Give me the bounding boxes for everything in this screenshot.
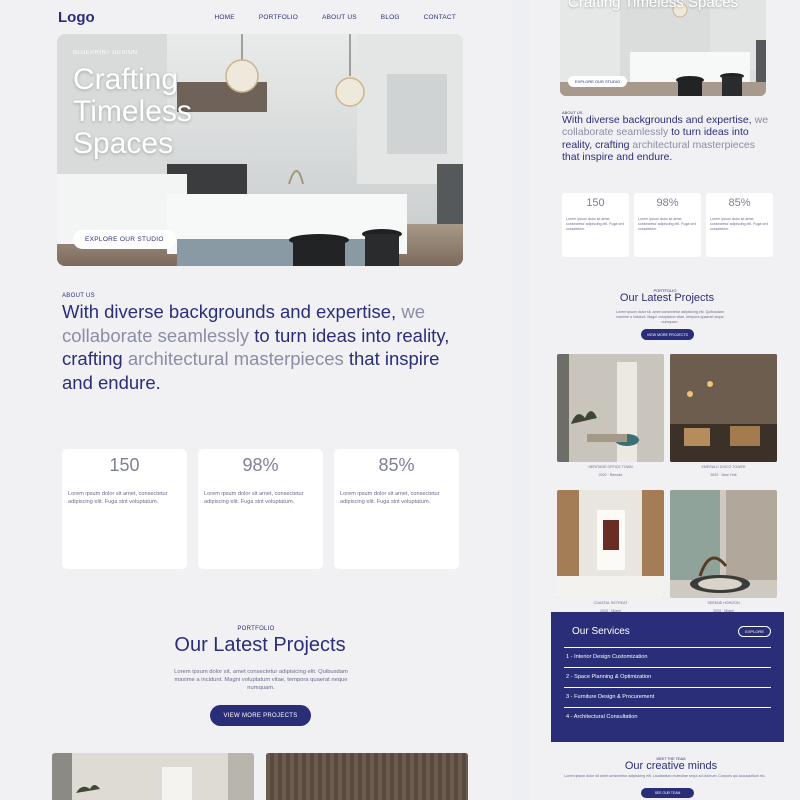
services-panel: Our Services EXPLORE 1 - Interior Design… [551, 612, 784, 742]
project-title: SERENE HORIZON [707, 601, 740, 605]
project-title: EMERALD DISCO TOWER [701, 465, 746, 469]
hero-banner: BLUEPRINT DESIGN Crafting Timeless Space… [57, 34, 463, 266]
mobile-about-statement: With diverse backgrounds and expertise, … [562, 114, 772, 164]
stats-row: 150 Lorem ipsum dolor sit amet, consecte… [62, 449, 459, 569]
view-more-projects-button[interactable]: VIEW MORE PROJECTS [210, 705, 311, 726]
stat-card: 150 Lorem ipsum dolor sit amet, consecte… [62, 449, 187, 569]
service-label: 2 - Space Planning & Optimization [566, 674, 652, 680]
see-team-button[interactable]: SEE OUR TEAM [641, 788, 694, 798]
stat-card: 98% Lorem ipsum dolor sit amet, consecte… [198, 449, 323, 569]
portfolio-title: Our Latest Projects [174, 634, 346, 656]
mobile-explore-button[interactable]: EXPLORE OUR STUDIO [568, 76, 628, 87]
stat-value: 98% [656, 197, 679, 209]
stat-text: Lorem ipsum dolor sit amet, consectetur … [68, 491, 168, 505]
nav-portfolio[interactable]: PORTFOLIO [259, 14, 298, 21]
stat-value: 98% [242, 455, 279, 475]
service-label: 3 - Furniture Design & Procurement [566, 694, 655, 700]
project-card[interactable]: COASTAL RETREAT 2020 · Miami [557, 490, 664, 614]
nav-blog[interactable]: BLOG [381, 14, 400, 21]
stat-card: 98% Lorem ipsum dolor sit amet, consecte… [634, 193, 701, 257]
project-image [557, 490, 664, 598]
portfolio-tag: PORTFOLIO [237, 626, 275, 632]
mobile-hero-title: Crafting Timeless Spaces [568, 0, 739, 11]
team-title: Our creative minds [624, 760, 718, 772]
stat-card: 85% Lorem ipsum dolor sit amet, consecte… [334, 449, 459, 569]
about-text-1: With diverse backgrounds and expertise, [562, 114, 755, 126]
services-header: Our Services EXPLORE [564, 626, 771, 637]
page-canvas: Logo HOME PORTFOLIO ABOUT US BLOG CONTAC… [0, 0, 800, 800]
project-title: COASTAL RETREAT [593, 601, 628, 605]
mobile-portfolio-description: Lorem ipsum dolor sit, amet consectetur … [616, 310, 724, 324]
project-thumbnail[interactable] [266, 753, 468, 800]
project-photo [52, 753, 254, 800]
logo[interactable]: Logo [58, 9, 95, 26]
service-label: 1 - Interior Design Customization [566, 654, 648, 660]
nav-menu: HOME PORTFOLIO ABOUT US BLOG CONTACT [215, 14, 457, 21]
nav-contact[interactable]: CONTACT [424, 14, 456, 21]
stat-text: Lorem ipsum dolor sit amet, consectetur … [710, 217, 768, 231]
nav-about[interactable]: ABOUT US [322, 14, 357, 21]
project-image [557, 354, 664, 462]
desktop-mockup: Logo HOME PORTFOLIO ABOUT US BLOG CONTAC… [0, 0, 512, 800]
project-image [670, 490, 777, 598]
services-title: Our Services [572, 626, 630, 637]
explore-studio-button[interactable]: EXPLORE OUR STUDIO [73, 230, 176, 249]
project-meta: 2020 · New York [710, 473, 737, 477]
service-item[interactable]: 4 - Architectural Consultation [564, 707, 771, 727]
portfolio-description: Lorem ipsum dolor sit, amet consectetur … [174, 669, 348, 691]
stat-card: 150 Lorem ipsum dolor sit amet, consecte… [562, 193, 629, 257]
project-card[interactable]: SERENE HORIZON 2020 · Miami [670, 490, 777, 614]
service-item[interactable]: 3 - Furniture Design & Procurement [564, 687, 771, 707]
mobile-portfolio-title: Our Latest Projects [619, 292, 715, 304]
service-item[interactable]: 1 - Interior Design Customization [564, 647, 771, 667]
about-text-5: that inspire and endure. [562, 151, 673, 164]
project-card[interactable]: EMERALD DISCO TOWER 2020 · New York [670, 354, 777, 478]
stat-text: Lorem ipsum dolor sit amet, consectetur … [340, 491, 440, 505]
about-tag: ABOUT US [62, 293, 95, 299]
project-grid: HERITAGE OFFICE TOWN 2020 · Remote EMERA… [557, 354, 777, 614]
project-photo [266, 753, 468, 800]
mobile-view-more-button[interactable]: VIEW MORE PROJECTS [641, 329, 694, 340]
about-text-4: architectural masterpieces [127, 348, 344, 369]
stat-value: 85% [728, 197, 751, 209]
mobile-stats-row: 150 Lorem ipsum dolor sit amet, consecte… [562, 193, 773, 257]
team-description: Lorem ipsum dolor sit amet consectetur a… [564, 774, 766, 778]
stat-text: Lorem ipsum dolor sit amet, consectetur … [204, 491, 304, 505]
hero-title: Crafting Timeless Spaces [73, 63, 192, 160]
stat-card: 85% Lorem ipsum dolor sit amet, consecte… [706, 193, 773, 257]
service-item[interactable]: 2 - Space Planning & Optimization [564, 667, 771, 687]
service-label: 4 - Architectural Consultation [566, 714, 638, 720]
about-text-4: architectural masterpieces [632, 138, 755, 151]
hero-eyebrow: BLUEPRINT DESIGN [73, 50, 138, 56]
stat-text: Lorem ipsum dolor sit amet, consectetur … [638, 217, 696, 231]
top-nav: Logo HOME PORTFOLIO ABOUT US BLOG CONTAC… [58, 8, 456, 26]
mobile-mockup: Crafting Timeless Spaces EXPLORE OUR STU… [530, 0, 800, 800]
project-image [670, 354, 777, 462]
project-title: HERITAGE OFFICE TOWN [588, 465, 633, 469]
project-meta: 2020 · Remote [598, 473, 623, 477]
stat-value: 150 [586, 197, 605, 209]
stat-text: Lorem ipsum dolor sit amet, consectetur … [566, 217, 624, 231]
project-card[interactable]: HERITAGE OFFICE TOWN 2020 · Remote [557, 354, 664, 478]
stat-value: 85% [378, 455, 415, 475]
nav-home[interactable]: HOME [215, 14, 235, 21]
project-thumbnail[interactable] [52, 753, 254, 800]
about-text-1: With diverse backgrounds and expertise, [62, 301, 402, 322]
stat-value: 150 [109, 455, 140, 475]
about-statement: With diverse backgrounds and expertise, … [62, 300, 462, 394]
mobile-hero: Crafting Timeless Spaces EXPLORE OUR STU… [560, 0, 766, 96]
services-explore-button[interactable]: EXPLORE [738, 626, 771, 637]
